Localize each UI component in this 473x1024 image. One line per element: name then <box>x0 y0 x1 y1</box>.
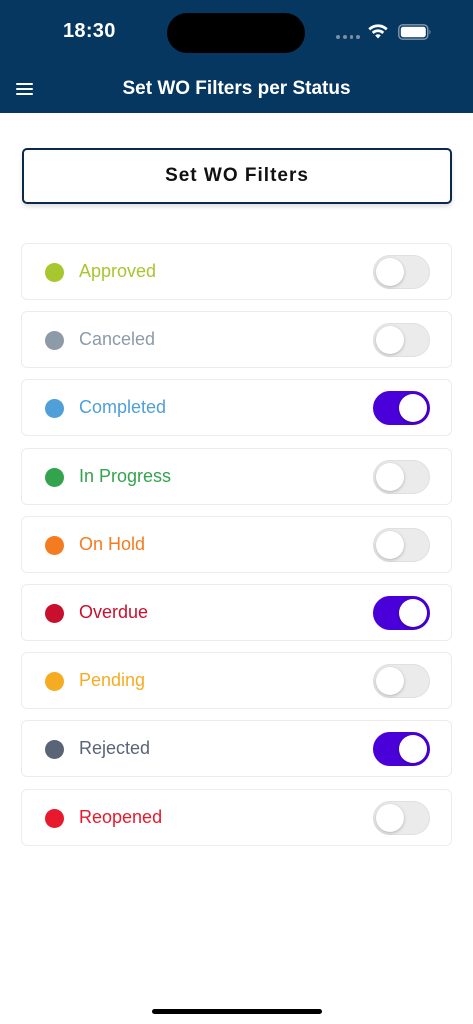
status-label: Canceled <box>79 329 156 349</box>
status-row-rejected: Rejected <box>21 720 452 777</box>
status-color-dot <box>45 604 64 623</box>
status-row-overdue: Overdue <box>21 584 452 641</box>
status-toggle-switch[interactable] <box>373 460 430 494</box>
status-toggle-switch[interactable] <box>373 255 430 289</box>
status-toggle-switch[interactable] <box>373 732 430 766</box>
status-row-reopened: Reopened <box>21 789 452 846</box>
status-toggle-switch[interactable] <box>373 801 430 835</box>
status-label: Approved <box>79 261 157 281</box>
status-label: On Hold <box>79 534 146 554</box>
set-wo-filters-button[interactable]: Set WO Filters <box>22 148 452 204</box>
app-header: 18:30 Set WO Filters per Status <box>0 0 473 113</box>
status-color-dot <box>45 672 64 691</box>
dynamic-island <box>167 13 305 53</box>
status-color-dot <box>45 740 64 759</box>
toggle-knob <box>376 258 404 286</box>
status-toggle-switch[interactable] <box>373 528 430 562</box>
toggle-knob <box>376 531 404 559</box>
page-title: Set WO Filters per Status <box>122 78 351 99</box>
status-row-pending: Pending <box>21 652 452 709</box>
status-row-in-progress: In Progress <box>21 448 452 505</box>
wifi-icon <box>368 24 388 39</box>
status-color-dot <box>45 331 64 350</box>
status-label: Overdue <box>79 602 149 622</box>
status-toggle-switch[interactable] <box>373 664 430 698</box>
toggle-knob <box>376 463 404 491</box>
toggle-knob <box>376 326 404 354</box>
status-toggle-switch[interactable] <box>373 596 430 630</box>
toggle-knob <box>399 394 427 422</box>
toggle-knob <box>376 804 404 832</box>
status-label: Reopened <box>79 807 163 827</box>
toggle-knob <box>376 667 404 695</box>
status-bar-time: 18:30 <box>63 20 116 42</box>
status-label: Rejected <box>79 738 151 758</box>
battery-icon <box>398 24 431 40</box>
status-label: Pending <box>79 670 146 690</box>
status-toggle-switch[interactable] <box>373 391 430 425</box>
status-row-canceled: Canceled <box>21 311 452 368</box>
home-indicator <box>152 1009 322 1014</box>
status-color-dot <box>45 263 64 282</box>
status-row-completed: Completed <box>21 379 452 436</box>
status-row-on-hold: On Hold <box>21 516 452 573</box>
toggle-knob <box>399 599 427 627</box>
toggle-knob <box>399 735 427 763</box>
status-color-dot <box>45 399 64 418</box>
status-row-approved: Approved <box>21 243 452 300</box>
status-toggle-switch[interactable] <box>373 323 430 357</box>
status-color-dot <box>45 809 64 828</box>
status-label: Completed <box>79 397 167 417</box>
signal-icon <box>336 35 360 41</box>
status-color-dot <box>45 536 64 555</box>
status-color-dot <box>45 468 64 487</box>
status-label: In Progress <box>79 466 172 486</box>
